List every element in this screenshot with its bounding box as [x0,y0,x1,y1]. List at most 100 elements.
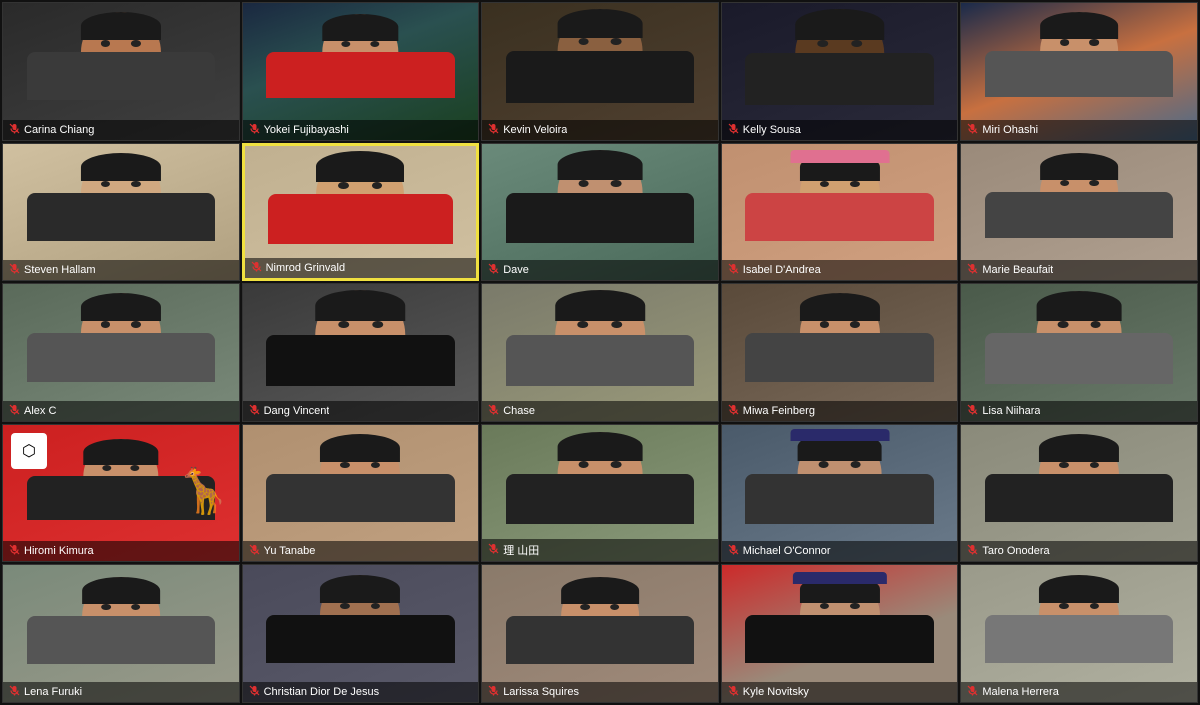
video-cell-23[interactable]: Kyle Novitsky [721,564,959,703]
avatar-torso [985,51,1173,97]
name-bar: 理 山田 [482,539,718,561]
avatar [961,144,1197,259]
avatar-torso [506,51,694,103]
avatar [3,284,239,399]
participant-name: Larissa Squires [503,686,579,698]
avatar-container [961,144,1197,259]
giraffe-decoration: 🦒 [176,465,231,517]
name-bar: Alex C [3,401,239,421]
avatar [245,146,477,257]
avatar-torso [266,474,454,522]
avatar-torso [27,52,215,100]
participant-name: Dave [503,264,529,276]
video-cell-4[interactable]: Miri Ohashi [960,2,1198,141]
avatar [722,284,958,399]
mic-muted-icon [249,685,260,699]
mic-muted-icon [967,685,978,699]
mic-muted-icon [9,544,20,558]
video-cell-19[interactable]: Taro Onodera [960,424,1198,563]
mic-muted-icon [728,685,739,699]
name-bar: Larissa Squires [482,682,718,702]
name-bar: Marie Beaufait [961,260,1197,280]
avatar-container [245,146,477,257]
name-bar: Christian Dior De Jesus [243,682,479,702]
avatar-container [961,425,1197,540]
avatar-torso [745,53,933,105]
avatar [722,144,958,259]
participant-name: Hiromi Kimura [24,545,94,557]
avatar-container [243,565,479,680]
name-bar: Steven Hallam [3,260,239,280]
name-bar: Dang Vincent [243,401,479,421]
avatar: ⬡🦒 [3,425,239,540]
avatar [243,425,479,540]
avatar [961,565,1197,680]
video-grid: Carina Chiang Yokei Fujibayashi Kevin Ve… [0,0,1200,705]
name-bar: Miri Ohashi [961,120,1197,140]
video-cell-6[interactable]: Nimrod Grinvald [242,143,480,282]
video-cell-24[interactable]: Malena Herrera [960,564,1198,703]
avatar-container [482,425,718,540]
name-bar: Yu Tanabe [243,541,479,561]
video-cell-21[interactable]: Christian Dior De Jesus [242,564,480,703]
video-cell-7[interactable]: Dave [481,143,719,282]
avatar-torso [266,335,454,387]
video-cell-12[interactable]: Chase [481,283,719,422]
video-cell-15[interactable]: ⬡🦒 Hiromi Kimura [2,424,240,563]
video-cell-1[interactable]: Yokei Fujibayashi [242,2,480,141]
video-cell-14[interactable]: Lisa Niihara [960,283,1198,422]
avatar [482,144,718,259]
mic-muted-icon [967,123,978,137]
video-cell-0[interactable]: Carina Chiang [2,2,240,141]
video-cell-8[interactable]: Isabel D'Andrea [721,143,959,282]
mic-muted-icon [728,544,739,558]
video-cell-3[interactable]: Kelly Sousa [721,2,959,141]
mic-muted-icon [728,404,739,418]
participant-name: Carina Chiang [24,124,94,136]
participant-name: Lisa Niihara [982,405,1040,417]
avatar [243,565,479,680]
participant-name: 理 山田 [503,542,539,558]
avatar [243,3,479,118]
video-cell-11[interactable]: Dang Vincent [242,283,480,422]
name-bar: Carina Chiang [3,120,239,140]
avatar-torso [745,333,933,381]
pink-hat [790,150,889,163]
participant-name: Marie Beaufait [982,264,1053,276]
avatar-torso [506,616,694,664]
participant-name: Kyle Novitsky [743,686,809,698]
avatar [961,284,1197,399]
name-bar: Kelly Sousa [722,120,958,140]
name-bar: Lena Furuki [3,682,239,702]
video-cell-17[interactable]: 理 山田 [481,424,719,563]
video-cell-20[interactable]: Lena Furuki [2,564,240,703]
avatar-container [722,284,958,399]
video-cell-16[interactable]: Yu Tanabe [242,424,480,563]
avatar-container [243,425,479,540]
video-cell-22[interactable]: Larissa Squires [481,564,719,703]
cap [792,572,886,583]
participant-name: Alex C [24,405,56,417]
mic-muted-icon [251,261,262,275]
name-bar: Miwa Feinberg [722,401,958,421]
mic-muted-icon [249,404,260,418]
participant-name: Miwa Feinberg [743,405,815,417]
mic-muted-icon [488,685,499,699]
video-cell-10[interactable]: Alex C [2,283,240,422]
video-cell-13[interactable]: Miwa Feinberg [721,283,959,422]
avatar-container [722,425,958,540]
avatar-container [961,284,1197,399]
video-cell-18[interactable]: Michael O'Connor [721,424,959,563]
avatar-torso [745,474,933,524]
avatar-torso [506,335,694,387]
participant-name: Michael O'Connor [743,545,831,557]
video-cell-2[interactable]: Kevin Veloira [481,2,719,141]
video-cell-9[interactable]: Marie Beaufait [960,143,1198,282]
name-bar: Kevin Veloira [482,120,718,140]
avatar-container [3,3,239,118]
mic-muted-icon [967,544,978,558]
avatar-torso [985,333,1173,383]
participant-name: Steven Hallam [24,264,96,276]
video-cell-5[interactable]: Steven Hallam [2,143,240,282]
participant-name: Isabel D'Andrea [743,264,821,276]
